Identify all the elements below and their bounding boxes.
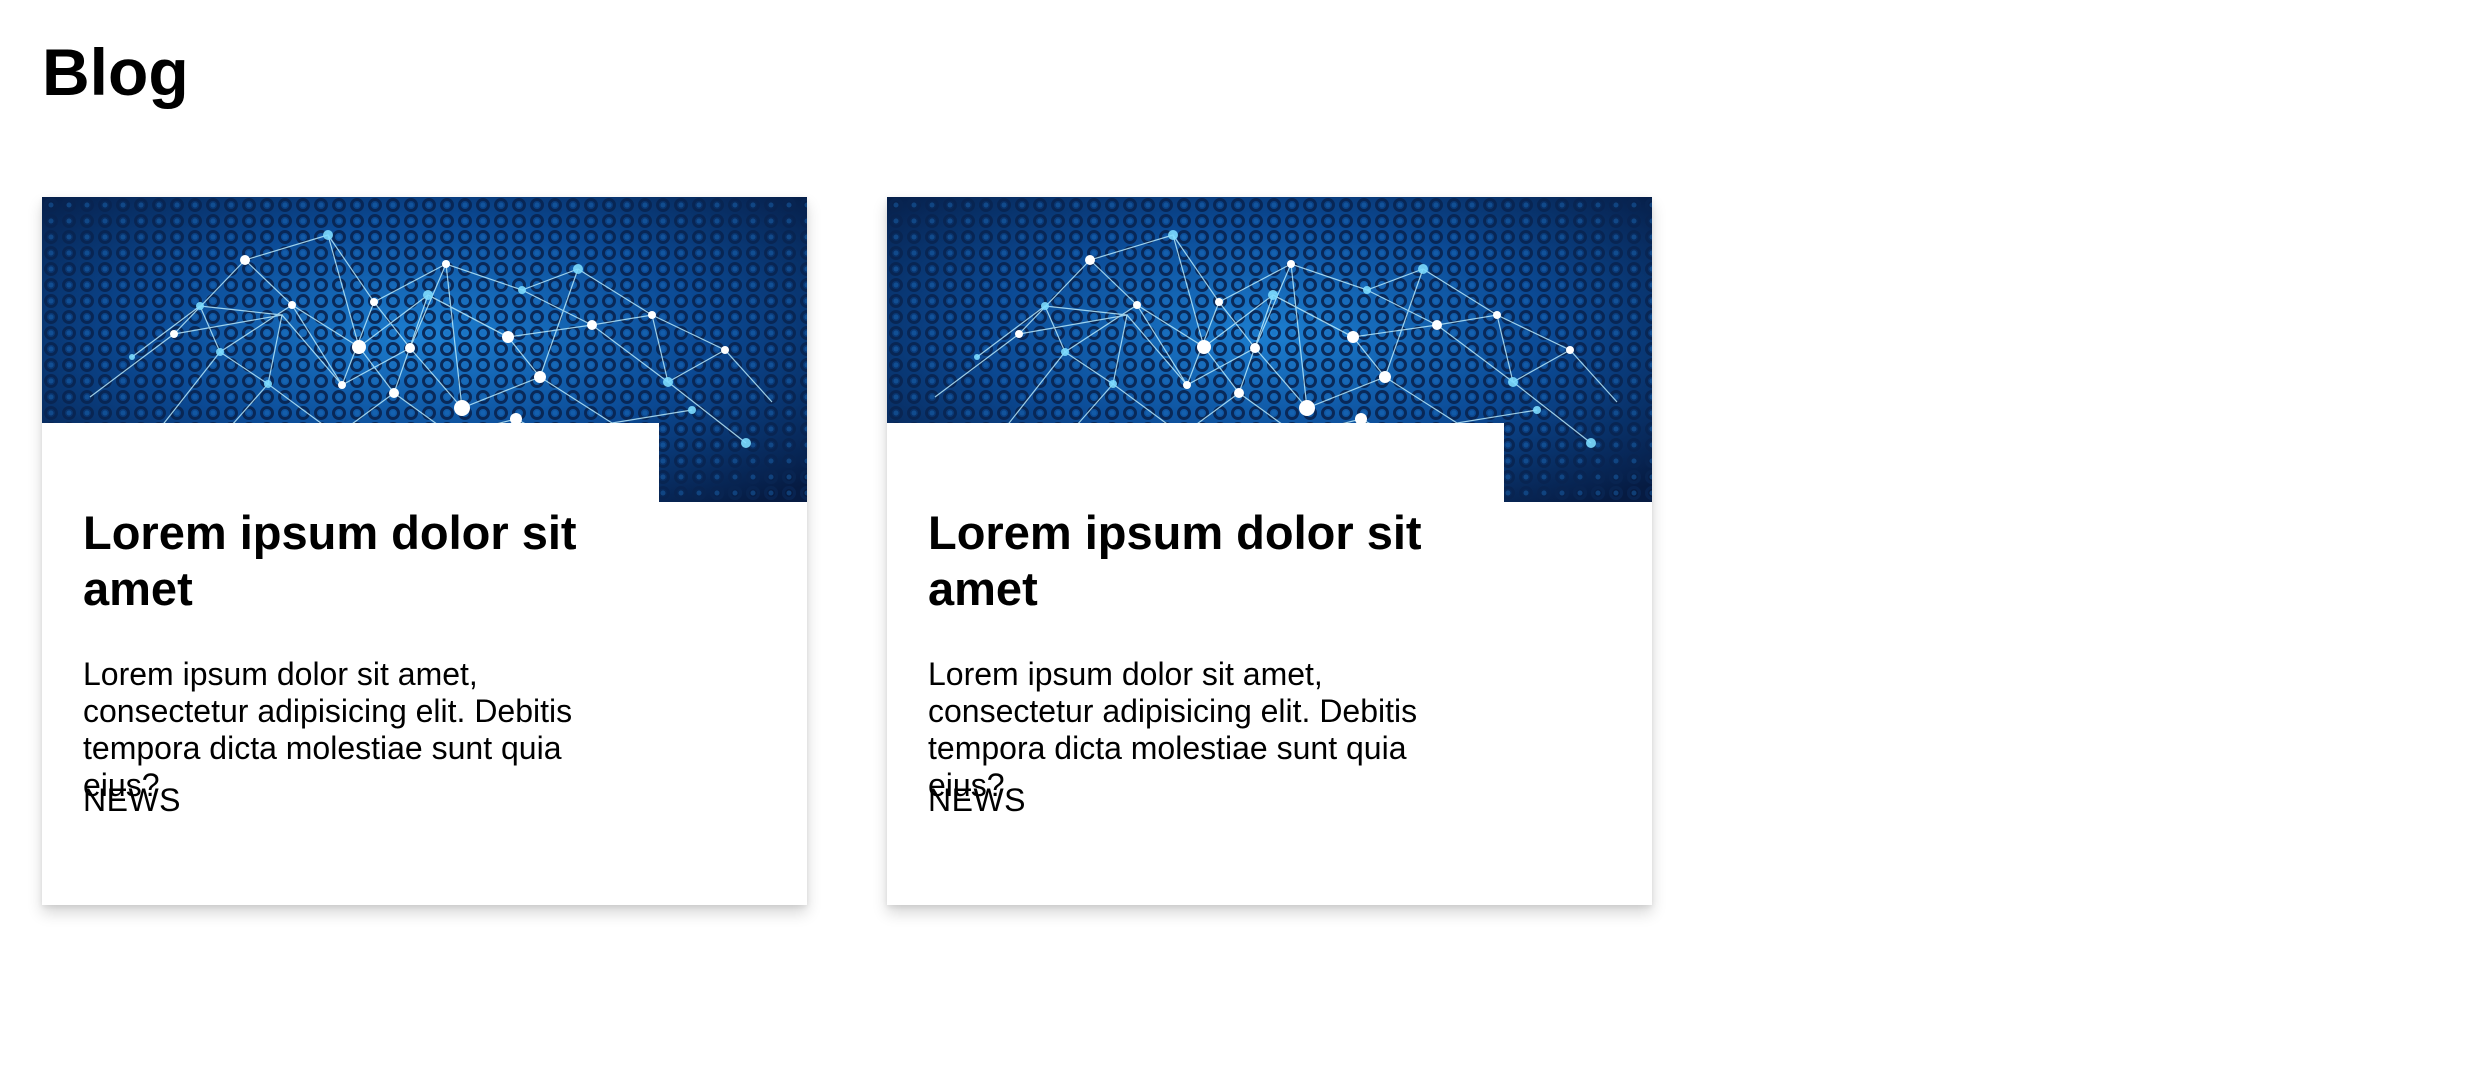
card-content: Lorem ipsum dolor sit amet Lorem ipsum d… — [887, 423, 1504, 905]
card-content: Lorem ipsum dolor sit amet Lorem ipsum d… — [42, 423, 659, 905]
page-title: Blog — [42, 35, 189, 109]
card-category: NEWS — [928, 782, 1026, 818]
blog-post-card[interactable]: Lorem ipsum dolor sit amet Lorem ipsum d… — [887, 197, 1652, 905]
card-title[interactable]: Lorem ipsum dolor sit amet — [83, 505, 643, 617]
card-title[interactable]: Lorem ipsum dolor sit amet — [928, 505, 1488, 617]
card-category: NEWS — [83, 782, 181, 818]
blog-page: Blog Lorem ipsum dolor sit amet Lorem ip… — [0, 0, 2492, 1068]
blog-post-card[interactable]: Lorem ipsum dolor sit amet Lorem ipsum d… — [42, 197, 807, 905]
